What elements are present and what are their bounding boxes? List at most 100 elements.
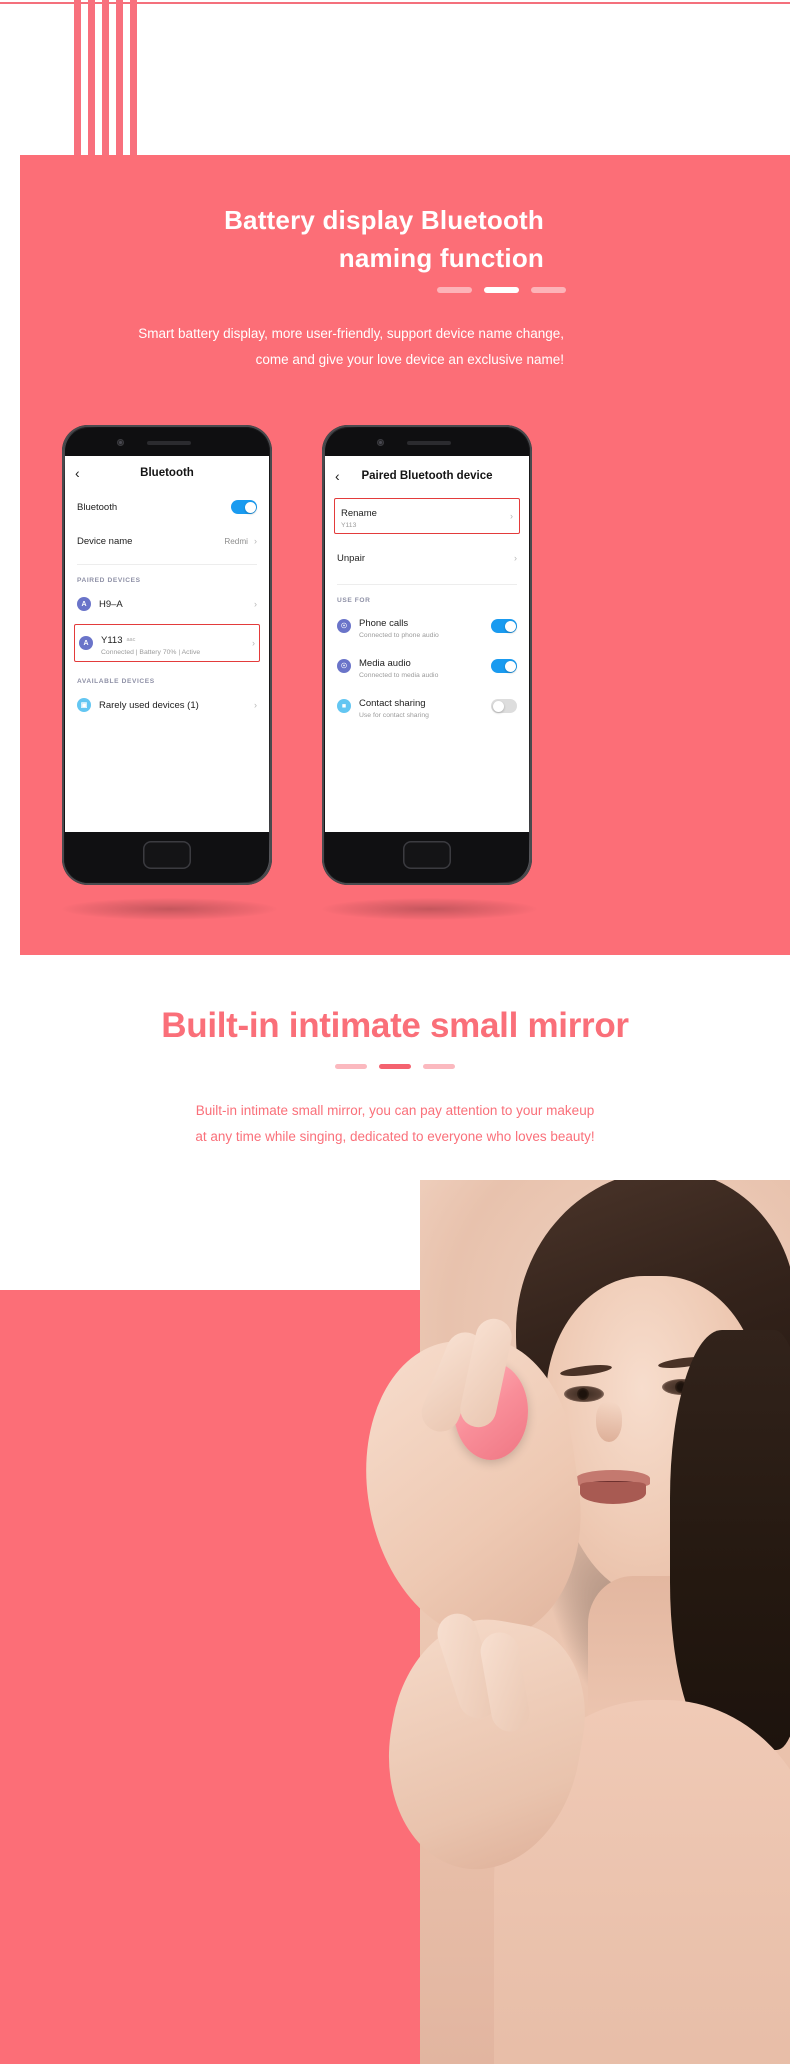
device-avatar-icon: A: [77, 597, 91, 611]
chevron-right-icon: ›: [254, 699, 257, 710]
paired-device-row-2[interactable]: A Y113 aac Connected | Battery 70% | Acti…: [75, 625, 259, 661]
device-group-icon: ▣: [77, 698, 91, 712]
contact-sharing-toggle[interactable]: [491, 699, 517, 713]
hero-dash-3: [531, 287, 566, 293]
unpair-row[interactable]: Unpair ›: [325, 540, 529, 576]
phone-right-navbar: ‹ Paired Bluetooth device: [325, 456, 529, 496]
hero-dash-2: [484, 287, 519, 293]
mirror-subtitle-line1: Built-in intimate small mirror, you can …: [195, 1103, 595, 1118]
row-device-name[interactable]: Device name Redmi ›: [65, 524, 269, 558]
media-audio-label: Media audio: [359, 657, 411, 669]
phone-left-shadow: [62, 898, 277, 920]
home-button[interactable]: [143, 841, 191, 869]
phone-left-screen: ‹ Bluetooth Bluetooth Device name Redmi …: [65, 456, 269, 832]
paired-device-2-status: Connected | Battery 70% | Active: [101, 649, 201, 657]
toggle-knob: [504, 660, 516, 672]
paired-device-2-name: Y113: [101, 634, 123, 646]
chevron-right-icon: ›: [254, 598, 257, 609]
phone-calls-text: Phone calls Connected to phone audio: [359, 613, 439, 640]
phone-right-shadow: [322, 898, 537, 920]
vertical-stripe-5: [130, 0, 137, 155]
phone-left-nav-title: Bluetooth: [140, 467, 194, 479]
contact-sharing-text: Contact sharing Use for contact sharing: [359, 693, 429, 720]
chevron-right-icon: ›: [510, 510, 513, 521]
phone-calls-icon: ☉: [337, 619, 351, 633]
hero-subtitle-line1: Smart battery display, more user-friendl…: [138, 326, 564, 341]
paired-device-row-1[interactable]: A H9–A ›: [65, 588, 269, 620]
hero-dash-1: [437, 287, 472, 293]
toggle-knob: [492, 700, 504, 712]
media-audio-text: Media audio Connected to media audio: [359, 653, 438, 680]
contact-sharing-status: Use for contact sharing: [359, 712, 429, 720]
vertical-stripe-1: [74, 0, 81, 155]
front-camera-icon: [377, 439, 384, 446]
section-header-available-devices: AVAILABLE DEVICES: [77, 678, 155, 685]
row-device-name-value: Redmi: [224, 536, 248, 546]
section-header-use-for: USE FOR: [337, 597, 371, 604]
phone-left-bezel-top: [65, 428, 269, 456]
mirror-dash-3: [423, 1064, 455, 1069]
bluetooth-toggle[interactable]: [231, 500, 257, 514]
row-bluetooth-label: Bluetooth: [77, 501, 118, 513]
media-audio-icon: ☉: [337, 659, 351, 673]
phone-left-device: ‹ Bluetooth Bluetooth Device name Redmi …: [62, 425, 272, 885]
phone-calls-toggle[interactable]: [491, 619, 517, 633]
mirror-section-subtitle: Built-in intimate small mirror, you can …: [90, 1098, 700, 1151]
phone-calls-status: Connected to phone audio: [359, 632, 439, 640]
mirror-subtitle-line2: at any time while singing, dedicated to …: [195, 1129, 595, 1145]
hero-dash-decoration: [437, 287, 566, 293]
rename-row-highlight[interactable]: Rename Y113 ›: [334, 498, 520, 534]
paired-device-1-name: H9–A: [99, 598, 123, 610]
media-audio-toggle[interactable]: [491, 659, 517, 673]
chevron-right-icon: ›: [254, 535, 257, 546]
rename-label: Rename: [341, 507, 377, 519]
paired-device-2-text: Y113 aac Connected | Battery 70% | Active: [101, 630, 200, 657]
rename-value: Y113: [341, 522, 357, 530]
paired-device-row-2-highlight[interactable]: A Y113 aac Connected | Battery 70% | Acti…: [74, 624, 260, 662]
use-for-row-contact-sharing[interactable]: ■ Contact sharing Use for contact sharin…: [325, 688, 529, 724]
vertical-stripe-3: [102, 0, 109, 155]
use-for-row-phone-calls[interactable]: ☉ Phone calls Connected to phone audio: [325, 608, 529, 644]
vertical-stripe-2: [88, 0, 95, 155]
phone-right-device: ‹ Paired Bluetooth device Rename Y113 › …: [322, 425, 532, 885]
available-device-row-1[interactable]: ▣ Rarely used devices (1) ›: [65, 689, 269, 721]
photo-container: [0, 1180, 790, 2064]
use-for-row-media-audio[interactable]: ☉ Media audio Connected to media audio: [325, 648, 529, 684]
phone-right-screen: ‹ Paired Bluetooth device Rename Y113 › …: [325, 456, 529, 832]
device-avatar-icon: A: [79, 636, 93, 650]
rename-text-block: Rename Y113: [341, 503, 377, 530]
hero-subtitle: Smart battery display, more user-friendl…: [50, 321, 564, 374]
model-nose: [596, 1402, 622, 1442]
unpair-label: Unpair: [337, 552, 365, 564]
hero-title-line1: Battery display Bluetooth: [224, 205, 544, 235]
contact-sharing-label: Contact sharing: [359, 697, 426, 709]
contact-sharing-icon: ■: [337, 699, 351, 713]
model-hair-side: [670, 1330, 790, 1750]
divider-1: [77, 564, 257, 565]
back-icon[interactable]: ‹: [75, 466, 80, 480]
phone-calls-label: Phone calls: [359, 617, 409, 629]
codec-badge: aac: [126, 636, 136, 643]
mirror-section-title: Built-in intimate small mirror: [161, 1006, 629, 1045]
mirror-dash-2: [379, 1064, 411, 1069]
chevron-right-icon: ›: [252, 637, 255, 648]
phone-left-navbar: ‹ Bluetooth: [65, 456, 269, 490]
model-photo: [348, 1180, 790, 2064]
phone-right-bezel-bottom: [325, 832, 529, 882]
model-eye-left: [564, 1386, 604, 1402]
toggle-knob: [244, 501, 256, 513]
phone-right-bezel-top: [325, 428, 529, 456]
home-button[interactable]: [403, 841, 451, 869]
front-camera-icon: [117, 439, 124, 446]
row-device-name-label: Device name: [77, 535, 133, 547]
mirror-dash-decoration: [0, 1064, 790, 1069]
toggle-knob: [504, 620, 516, 632]
row-bluetooth-toggle[interactable]: Bluetooth: [65, 490, 269, 524]
available-device-1-name: Rarely used devices (1): [99, 699, 199, 711]
phone-left-bezel-bottom: [65, 832, 269, 882]
rename-row[interactable]: Rename Y113 ›: [335, 499, 519, 533]
section-header-paired-devices: PAIRED DEVICES: [77, 577, 141, 584]
divider-2: [337, 584, 517, 585]
back-icon[interactable]: ‹: [335, 469, 340, 483]
chevron-right-icon: ›: [514, 552, 517, 563]
